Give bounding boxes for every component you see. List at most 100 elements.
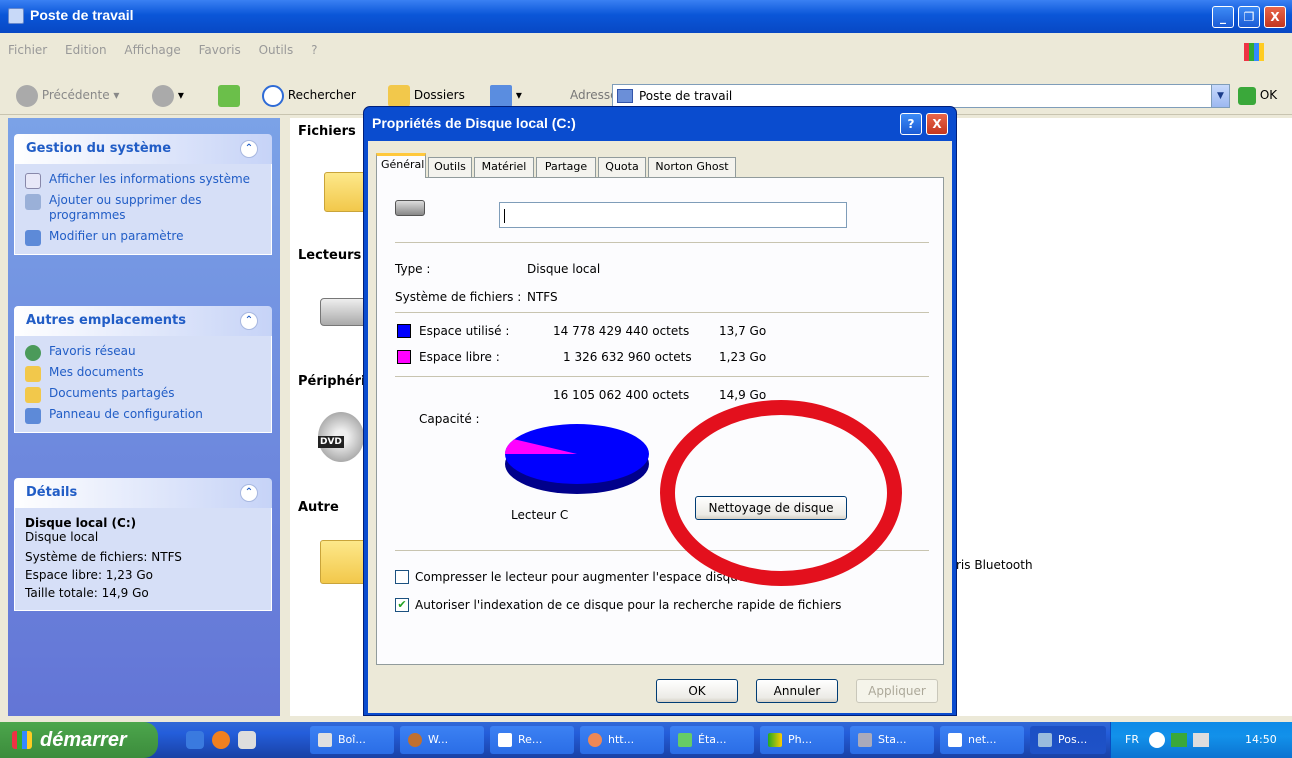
hard-drive-icon[interactable] [320, 298, 368, 326]
computer-icon [8, 8, 24, 24]
network-tray-icon[interactable] [1171, 733, 1187, 747]
details-drive-name: Disque local (C:) [25, 516, 137, 530]
bluetooth-folder-icon[interactable] [320, 540, 366, 584]
views-icon [490, 84, 512, 107]
place-my-documents[interactable]: Mes documents [25, 365, 261, 382]
place-control-panel[interactable]: Panneau de configuration [25, 407, 261, 424]
details-free-space: Espace libre: 1,23 Go [25, 568, 153, 582]
checkmark-icon: ✔ [397, 598, 407, 611]
dvd-label: DVD [318, 436, 344, 448]
address-dropdown-icon[interactable]: ▼ [1211, 85, 1229, 107]
taskbar-button-8[interactable]: net... [940, 726, 1024, 754]
menu-help[interactable]: ? [311, 43, 317, 57]
taskbar-label: Sta... [878, 733, 907, 746]
menu-favorites[interactable]: Favoris [199, 43, 241, 57]
task-change-setting[interactable]: Modifier un paramètre [25, 229, 261, 246]
window-titlebar[interactable]: Poste de travail _ ❐ X [0, 0, 1292, 33]
menu-edit[interactable]: Edition [65, 43, 107, 57]
dvd-drive-icon[interactable]: DVD [318, 412, 364, 462]
address-bar[interactable]: Poste de travail ▼ [612, 84, 1230, 108]
section-drives: Lecteurs [298, 248, 362, 263]
tab-sharing[interactable]: Partage [536, 157, 596, 177]
taskbar: démarrer Boî... W... Re... htt... Éta...… [0, 722, 1292, 758]
place-label: Mes documents [49, 365, 144, 379]
forward-button[interactable]: ▾ [152, 83, 184, 107]
window-title: Poste de travail [30, 7, 134, 23]
place-network[interactable]: Favoris réseau [25, 344, 261, 361]
taskbar-button-5[interactable]: Éta... [670, 726, 754, 754]
drive-letter-label: Lecteur C [511, 508, 569, 522]
close-button[interactable]: X [1264, 6, 1286, 28]
restore-button[interactable]: ❐ [1238, 6, 1260, 28]
display-tray-icon[interactable] [1193, 733, 1209, 747]
taskbar-button-1[interactable]: Boî... [310, 726, 394, 754]
bluetooth-item-label[interactable]: ris Bluetooth [956, 558, 1033, 572]
quicklaunch-desktop-icon[interactable] [238, 731, 256, 749]
details-drive-type: Disque local [25, 530, 99, 544]
separator [395, 242, 929, 243]
system-tasks-header[interactable]: Gestion du système ⌃ [14, 134, 272, 164]
up-arrow-icon [218, 84, 240, 107]
back-button[interactable]: Précédente ▾ [16, 83, 119, 107]
taskbar-button-3[interactable]: Re... [490, 726, 574, 754]
folders-button[interactable]: Dossiers [388, 83, 465, 107]
ok-button[interactable]: OK [656, 679, 738, 703]
type-label: Type : [395, 262, 431, 276]
shared-folder-icon [25, 387, 41, 403]
chrome-icon [588, 733, 602, 747]
quicklaunch-ie-icon[interactable] [186, 731, 204, 749]
index-drive-checkbox[interactable]: ✔ [395, 598, 409, 612]
search-button[interactable]: Rechercher [262, 83, 356, 107]
taskbar-label: htt... [608, 733, 635, 746]
dialog-help-button[interactable]: ? [900, 113, 922, 135]
language-indicator[interactable]: FR [1125, 722, 1139, 758]
compress-drive-checkbox[interactable] [395, 570, 409, 584]
go-button[interactable]: OK [1238, 83, 1277, 107]
task-add-remove-programs[interactable]: Ajouter ou supprimer des programmes [25, 193, 261, 223]
place-shared-documents[interactable]: Documents partagés [25, 386, 261, 403]
details-header[interactable]: Détails ⌃ [14, 478, 272, 508]
drive-name-input[interactable] [499, 202, 847, 228]
taskbar-button-9[interactable]: Pos... [1030, 726, 1106, 754]
taskbar-button-6[interactable]: Ph... [760, 726, 844, 754]
task-label: Ajouter ou supprimer des programmes [49, 193, 202, 222]
views-button[interactable]: ▾ [490, 83, 522, 107]
app-icon [858, 733, 872, 747]
apply-button[interactable]: Appliquer [856, 679, 938, 703]
index-drive-label[interactable]: Autoriser l'indexation de ce disque pour… [415, 598, 841, 612]
collapse-chevron-icon[interactable]: ⌃ [240, 484, 258, 502]
dialog-close-button[interactable]: X [926, 113, 948, 135]
details-box: Détails ⌃ Disque local (C:) Disque local… [14, 478, 272, 611]
task-show-system-info[interactable]: Afficher les informations système [25, 172, 261, 189]
other-places-header[interactable]: Autres emplacements ⌃ [14, 306, 272, 336]
start-button[interactable]: démarrer [0, 722, 158, 758]
add-remove-programs-icon [25, 194, 41, 210]
taskbar-button-2[interactable]: W... [400, 726, 484, 754]
photoshop-icon [768, 733, 782, 747]
cancel-button[interactable]: Annuler [756, 679, 838, 703]
capacity-label: Capacité : [419, 412, 480, 426]
menu-file[interactable]: Fichier [8, 43, 47, 57]
tab-general[interactable]: Général [376, 153, 426, 178]
system-tasks-body: Afficher les informations système Ajoute… [14, 164, 272, 255]
tab-quota[interactable]: Quota [598, 157, 646, 177]
filesystem-value: NTFS [527, 290, 558, 304]
hard-drive-icon [395, 200, 425, 216]
tab-hardware[interactable]: Matériel [474, 157, 534, 177]
start-label: démarrer [40, 729, 127, 751]
taskbar-button-4[interactable]: htt... [580, 726, 664, 754]
collapse-chevron-icon[interactable]: ⌃ [240, 140, 258, 158]
tab-tools[interactable]: Outils [428, 157, 472, 177]
taskbar-button-7[interactable]: Sta... [850, 726, 934, 754]
minimize-button[interactable]: _ [1212, 6, 1234, 28]
menu-tools[interactable]: Outils [259, 43, 294, 57]
up-folder-button[interactable] [218, 83, 240, 107]
clock[interactable]: 14:50 [1245, 722, 1277, 758]
collapse-chevron-icon[interactable]: ⌃ [240, 312, 258, 330]
tab-norton-ghost[interactable]: Norton Ghost [648, 157, 736, 177]
type-value: Disque local [527, 262, 601, 276]
quicklaunch-chrome-icon[interactable] [212, 731, 230, 749]
menu-view[interactable]: Affichage [124, 43, 180, 57]
tray-expand-icon[interactable] [1149, 732, 1165, 748]
system-tasks-box: Gestion du système ⌃ Afficher les inform… [14, 134, 272, 255]
